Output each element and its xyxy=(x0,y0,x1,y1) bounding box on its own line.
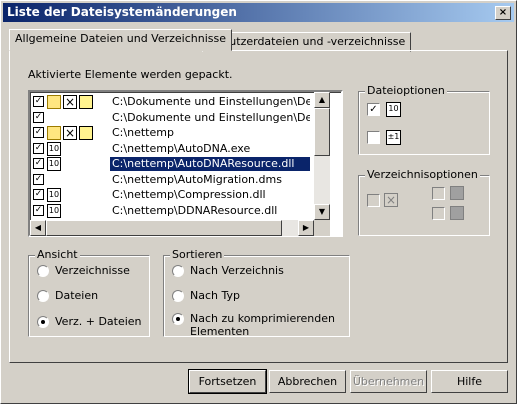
sort-group: Sortieren Nach Verzeichnis Nach Typ Nach z… xyxy=(163,248,350,338)
file-list[interactable]: ✓ × C:\Dokumente und Einstellungen\Default… xyxy=(28,90,343,237)
list-item-checkbox[interactable]: ✓ xyxy=(33,111,44,123)
list-item-checkbox[interactable]: ✓ xyxy=(33,173,44,185)
help-button[interactable]: Hilfe xyxy=(431,370,508,393)
binary-icon: 10 xyxy=(47,203,61,218)
folders-icon xyxy=(450,186,464,200)
window-title: Liste der Dateisystemänderungen xyxy=(7,5,237,19)
tab-general-files[interactable]: Allgemeine Dateien und Verzeichnisse xyxy=(9,29,233,51)
folder-icon xyxy=(47,95,61,109)
binary-icon: 10 xyxy=(386,102,401,117)
view-group: Ansicht Verzeichnisse Dateien Verz. + Date… xyxy=(28,248,150,337)
dir-option-checkbox-3[interactable] xyxy=(432,207,445,220)
cancel-button[interactable]: Abbrechen xyxy=(269,370,346,393)
list-item[interactable]: ✓ × C:\nettemp xyxy=(32,125,311,141)
binary-icon: 10 xyxy=(47,188,61,202)
sort-option-radio-2[interactable] xyxy=(172,313,184,325)
folders-icon xyxy=(79,95,93,109)
view-option-label-2[interactable]: Verz. + Dateien xyxy=(55,315,142,328)
directory-options-group: Verzeichnisoptionen × xyxy=(358,168,490,236)
x-icon: × xyxy=(384,193,398,207)
sort-title: Sortieren xyxy=(170,248,225,261)
view-option-radio-0[interactable] xyxy=(37,265,49,277)
list-item-path: C:\Dokumente und Einstellungen\Default U… xyxy=(112,95,310,108)
scroll-left-button[interactable]: ◀ xyxy=(30,220,46,236)
list-item-checkbox[interactable]: ✓ xyxy=(33,189,44,200)
folder-tree-icon xyxy=(450,206,464,220)
view-option-radio-1[interactable] xyxy=(37,290,49,302)
sort-option-label-0[interactable]: Nach Verzeichnis xyxy=(190,264,284,277)
directory-options-title: Verzeichnisoptionen xyxy=(365,168,480,181)
vertical-scroll-thumb[interactable] xyxy=(314,108,330,156)
list-item-path: C:\nettemp\DDNAResource.dll xyxy=(112,203,278,217)
close-button[interactable]: × xyxy=(495,6,511,20)
list-item[interactable]: ✓ C:\Dokumente und Einstellungen\Default … xyxy=(32,110,311,126)
list-item-path: C:\nettemp xyxy=(112,126,174,139)
view-option-label-1[interactable]: Dateien xyxy=(55,289,98,302)
list-item-path: C:\nettemp\AutoDNA.exe xyxy=(112,141,251,155)
arrow-up-icon: ▲ xyxy=(318,95,326,104)
continue-button[interactable]: Fortsetzen xyxy=(188,369,267,394)
sort-option-label-2[interactable]: Nach zu komprimierenden Elementen xyxy=(190,312,340,338)
scroll-down-button[interactable]: ▼ xyxy=(314,204,330,220)
dir-option-checkbox-1[interactable] xyxy=(367,194,380,207)
numeric-icon: ±1 xyxy=(386,130,401,145)
list-item-checkbox[interactable]: ✓ xyxy=(33,158,44,169)
folder-icon xyxy=(47,126,61,140)
view-option-radio-2[interactable] xyxy=(37,316,49,328)
list-item-path: C:\nettemp\AutoMigration.dms xyxy=(112,172,282,186)
list-item[interactable]: ✓ 10 C:\nettemp\AutoDNAResource.dll xyxy=(32,156,311,172)
sort-option-radio-0[interactable] xyxy=(172,265,184,277)
horizontal-scroll-thumb[interactable] xyxy=(46,220,282,236)
file-options-title: Dateioptionen xyxy=(365,84,447,97)
sort-option-radio-1[interactable] xyxy=(172,290,184,302)
arrow-right-icon: ▶ xyxy=(302,223,310,232)
arrow-left-icon: ◀ xyxy=(34,223,42,232)
view-option-label-0[interactable]: Verzeichnisse xyxy=(55,264,130,277)
title-bar[interactable]: Liste der Dateisystemänderungen × xyxy=(3,3,514,22)
list-item[interactable]: ✓ C:\nettemp\AutoMigration.dms xyxy=(32,172,311,188)
scroll-up-button[interactable]: ▲ xyxy=(314,92,330,108)
close-icon: × xyxy=(498,7,508,18)
binary-icon: 10 xyxy=(47,141,61,156)
list-item[interactable]: ✓ 10 C:\nettemp\DDNAResource.dll xyxy=(32,203,311,219)
list-item-checkbox[interactable]: ✓ xyxy=(33,127,44,138)
scroll-right-button[interactable]: ▶ xyxy=(298,220,314,236)
arrow-down-icon: ▼ xyxy=(318,207,326,216)
list-item-path: C:\nettemp\Compression.dll xyxy=(112,188,266,201)
x-icon: × xyxy=(63,126,77,140)
list-item[interactable]: ✓ 10 C:\nettemp\Compression.dll xyxy=(32,187,311,203)
list-item[interactable]: ✓ × C:\Dokumente und Einstellungen\Default… xyxy=(32,94,311,110)
binary-icon: 10 xyxy=(47,157,61,171)
intro-text: Aktivierte Elemente werden gepackt. xyxy=(28,68,233,81)
view-title: Ansicht xyxy=(35,248,80,261)
file-option-numeric-checkbox[interactable] xyxy=(367,131,380,144)
file-options-group: Dateioptionen ✓ 10 ±1 xyxy=(358,84,490,155)
folders-icon xyxy=(79,126,93,140)
vertical-scrollbar[interactable]: ▲ ▼ xyxy=(314,92,330,220)
tab-user-files[interactable]: Benutzerdateien und -verzeichnisse xyxy=(202,32,412,52)
list-item-checkbox[interactable]: ✓ xyxy=(33,204,44,216)
list-item-path: C:\nettemp\AutoDNAResource.dll xyxy=(110,157,310,171)
dir-option-checkbox-2[interactable] xyxy=(432,187,445,200)
list-item[interactable]: ✓ 10 C:\nettemp\AutoDNA.exe xyxy=(32,141,311,157)
list-item-checkbox[interactable]: ✓ xyxy=(33,96,44,107)
list-item-path: C:\Dokumente und Einstellungen\Default U… xyxy=(112,110,310,124)
horizontal-scrollbar[interactable]: ◀ ▶ xyxy=(30,220,314,236)
file-option-binary-checkbox[interactable]: ✓ xyxy=(367,103,380,116)
list-item-checkbox[interactable]: ✓ xyxy=(33,142,44,154)
scroll-corner xyxy=(314,220,330,236)
x-icon: × xyxy=(63,95,77,109)
sort-option-label-1[interactable]: Nach Typ xyxy=(190,289,240,302)
apply-button[interactable]: Übernehmen xyxy=(350,370,427,393)
